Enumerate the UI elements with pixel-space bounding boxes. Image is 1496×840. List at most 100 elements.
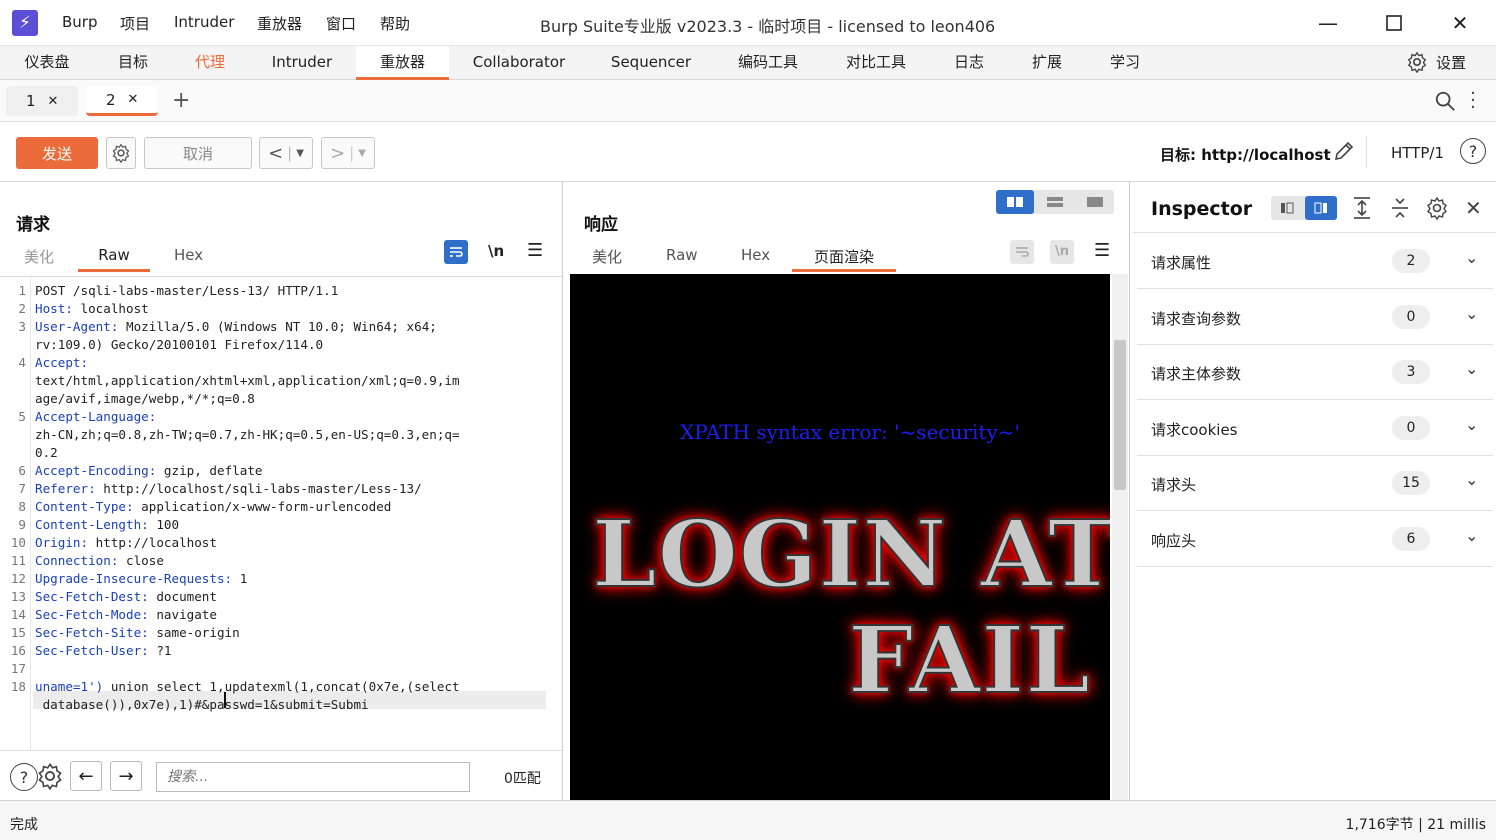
wrap-lines-icon[interactable] bbox=[444, 240, 468, 264]
tab-collaborator[interactable]: Collaborator bbox=[462, 46, 576, 80]
inspector-row-request-attributes[interactable]: 请求属性 2 ⌄ bbox=[1137, 234, 1493, 289]
tab-hex[interactable]: Hex bbox=[741, 246, 770, 272]
tab-decoder[interactable]: 编码工具 bbox=[728, 46, 808, 80]
inspector-row-query-params[interactable]: 请求查询参数 0 ⌄ bbox=[1137, 290, 1493, 345]
menu-burp[interactable]: Burp bbox=[62, 13, 98, 31]
menu-icon[interactable]: ☰ bbox=[527, 240, 543, 261]
wrap-lines-icon bbox=[1010, 240, 1034, 264]
tab-learn[interactable]: 学习 bbox=[1100, 46, 1150, 80]
header-value: http://localhost bbox=[88, 535, 217, 550]
code-line: Origin: http://localhost bbox=[35, 534, 217, 552]
line-number: 17 bbox=[10, 661, 26, 676]
minimize-icon[interactable]: — bbox=[1310, 8, 1346, 38]
menu-intruder[interactable]: Intruder bbox=[174, 13, 234, 31]
menu-project[interactable]: 项目 bbox=[120, 13, 150, 34]
settings-button[interactable]: 设置 bbox=[1406, 51, 1466, 73]
inspector-row-body-params[interactable]: 请求主体参数 3 ⌄ bbox=[1137, 345, 1493, 400]
close-inspector-icon[interactable]: ✕ bbox=[1465, 196, 1482, 220]
forward-history-button[interactable]: > | ▼ bbox=[321, 137, 375, 169]
tab-comparer[interactable]: 对比工具 bbox=[836, 46, 916, 80]
inspector-layout-left-icon[interactable] bbox=[1271, 196, 1303, 220]
request-search-bar: ? ← → 0匹配 bbox=[0, 750, 562, 800]
add-tab-icon[interactable]: + bbox=[172, 88, 190, 113]
code-line: Accept-Encoding: gzip, deflate bbox=[35, 462, 262, 480]
edit-target-icon[interactable] bbox=[1332, 139, 1356, 163]
help-icon[interactable]: ? bbox=[10, 763, 38, 791]
inspector-row-count: 15 bbox=[1392, 471, 1430, 495]
tab-raw[interactable]: Raw bbox=[666, 246, 698, 272]
tab-extensions[interactable]: 扩展 bbox=[1022, 46, 1072, 80]
render-scrollbar[interactable] bbox=[1112, 274, 1128, 800]
gear-icon[interactable] bbox=[1425, 196, 1449, 220]
layout-side-by-side-icon[interactable] bbox=[996, 190, 1034, 214]
response-title: 响应 bbox=[584, 215, 618, 235]
header-value: gzip, deflate bbox=[156, 463, 263, 478]
tab-raw[interactable]: Raw bbox=[78, 246, 150, 272]
tab-pretty[interactable]: 美化 bbox=[24, 246, 54, 272]
tab-dashboard[interactable]: 仪表盘 bbox=[12, 46, 82, 80]
repeater-tab-2[interactable]: 2 ✕ bbox=[86, 86, 158, 116]
menu-window[interactable]: 窗口 bbox=[326, 13, 356, 34]
send-button[interactable]: 发送 bbox=[16, 137, 98, 169]
search-input[interactable] bbox=[156, 762, 470, 792]
previous-match-button[interactable]: ← bbox=[70, 761, 102, 791]
search-icon[interactable] bbox=[1434, 90, 1456, 112]
close-tab-icon[interactable]: ✕ bbox=[48, 94, 59, 109]
tab-repeater[interactable]: 重放器 bbox=[356, 46, 449, 80]
window-title: Burp Suite专业版 v2023.3 - 临时项目 - licensed … bbox=[540, 17, 996, 36]
http-version-toggle[interactable]: HTTP/1 bbox=[1391, 144, 1444, 162]
code-line: 0.2 bbox=[35, 444, 58, 462]
repeater-tab-1[interactable]: 1 ✕ bbox=[6, 86, 78, 116]
code-line: rv:109.0) Gecko/20100101 Firefox/114.0 bbox=[35, 336, 323, 354]
divider bbox=[1366, 136, 1367, 168]
close-tab-icon[interactable]: ✕ bbox=[128, 92, 139, 107]
collapse-all-icon[interactable] bbox=[1389, 196, 1411, 220]
inspector-row-cookies[interactable]: 请求cookies 0 ⌄ bbox=[1137, 401, 1493, 456]
scrollbar-thumb[interactable] bbox=[1114, 340, 1126, 490]
inspector-layout-right-icon[interactable] bbox=[1305, 196, 1337, 220]
inspector-row-response-headers[interactable]: 响应头 6 ⌄ bbox=[1137, 512, 1493, 567]
line-number: 11 bbox=[10, 553, 26, 568]
header-value: http://localhost/sqli-labs-master/Less-1… bbox=[95, 481, 422, 496]
tab-target[interactable]: 目标 bbox=[103, 46, 163, 80]
tab-sequencer[interactable]: Sequencer bbox=[598, 46, 704, 80]
tab-logger[interactable]: 日志 bbox=[944, 46, 994, 80]
tab-intruder[interactable]: Intruder bbox=[258, 46, 346, 80]
inspector-panel: Inspector ✕ 请求属性 2 ⌄ 请求查询参数 0 ⌄ 请求主体参数 3… bbox=[1133, 182, 1496, 800]
more-options-icon[interactable]: · · · bbox=[1468, 85, 1478, 117]
menu-icon[interactable]: ☰ bbox=[1094, 240, 1110, 261]
rendered-page: XPATH syntax error: '~security~' LOGIN A… bbox=[570, 274, 1110, 800]
tab-pretty[interactable]: 美化 bbox=[592, 246, 622, 272]
menu-repeater[interactable]: 重放器 bbox=[257, 13, 302, 34]
line-number: 7 bbox=[18, 481, 26, 496]
cancel-button[interactable]: 取消 bbox=[144, 137, 252, 169]
layout-tabs-icon[interactable] bbox=[1076, 190, 1114, 214]
line-number: 4 bbox=[18, 355, 26, 370]
next-match-button[interactable]: → bbox=[110, 761, 142, 791]
expand-all-icon[interactable] bbox=[1351, 196, 1373, 220]
inspector-row-count: 0 bbox=[1392, 416, 1430, 440]
tab-render[interactable]: 页面渲染 bbox=[792, 246, 896, 272]
header-key: Content-Type: bbox=[35, 499, 134, 514]
code-line: Connection: close bbox=[35, 552, 164, 570]
maximize-icon[interactable] bbox=[1376, 8, 1412, 38]
close-window-icon[interactable]: ✕ bbox=[1442, 8, 1478, 38]
line-number: 12 bbox=[10, 571, 26, 586]
target-label: 目标: http://localhost bbox=[1160, 146, 1331, 164]
code-line: Accept-Language: bbox=[35, 408, 156, 426]
header-key: Content-Length: bbox=[35, 517, 149, 532]
back-history-button[interactable]: < | ▼ bbox=[259, 137, 313, 169]
header-value: navigate bbox=[148, 607, 217, 622]
newline-toggle[interactable]: \n bbox=[488, 242, 504, 260]
request-editor[interactable]: 1 POST /sqli-labs-master/Less-13/ HTTP/1.… bbox=[0, 276, 562, 751]
menu-help[interactable]: 帮助 bbox=[380, 13, 410, 34]
send-settings-button[interactable] bbox=[106, 137, 136, 169]
header-value: POST /sqli-labs-master/Less-13/ HTTP/1.1 bbox=[35, 283, 339, 298]
layout-stacked-icon[interactable] bbox=[1036, 190, 1074, 214]
help-icon[interactable]: ? bbox=[1460, 138, 1486, 164]
gear-icon[interactable] bbox=[36, 762, 64, 790]
tab-proxy[interactable]: 代理 bbox=[180, 46, 240, 80]
tab-hex[interactable]: Hex bbox=[174, 246, 203, 272]
chevron-down-icon: ⌄ bbox=[1465, 526, 1479, 545]
inspector-row-request-headers[interactable]: 请求头 15 ⌄ bbox=[1137, 456, 1493, 511]
